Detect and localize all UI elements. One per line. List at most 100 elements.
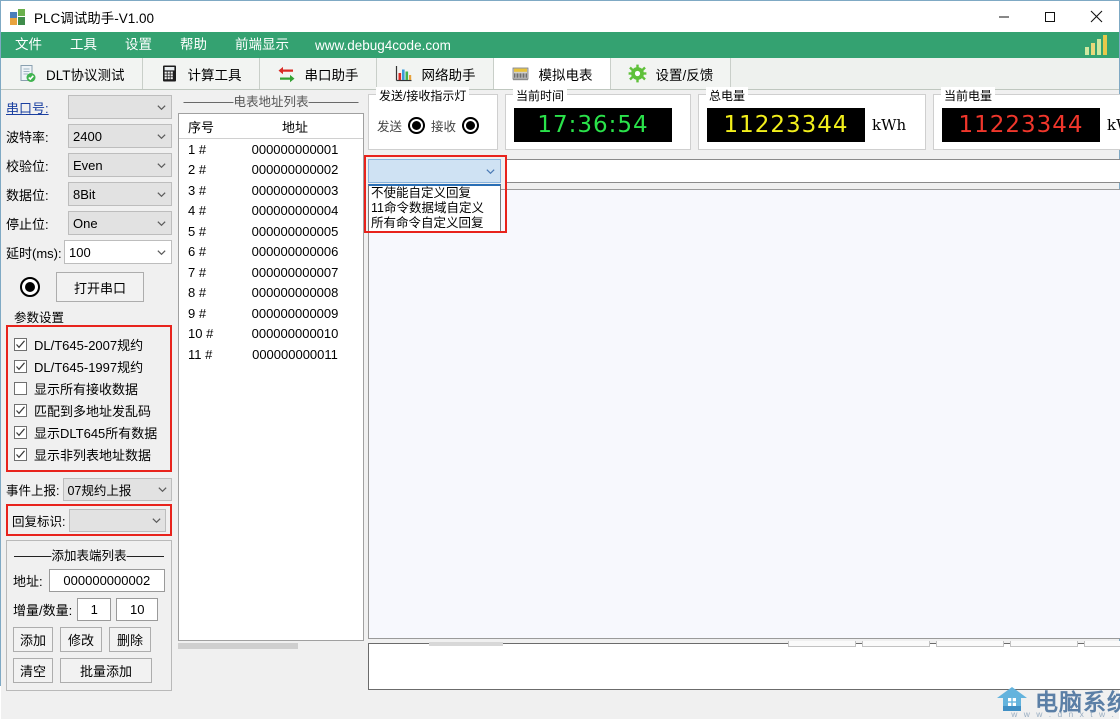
table-row[interactable]: 10 #000000000010 xyxy=(179,324,363,345)
field-reply-flag: 回复标识: xyxy=(12,508,166,532)
tab-simulated-meter[interactable]: 模拟电表 xyxy=(494,58,611,89)
custom-reply-select[interactable] xyxy=(368,159,501,183)
clear-button[interactable]: 清空 xyxy=(13,658,53,683)
field-data-bits: 数据位: 8Bit xyxy=(6,181,172,207)
checkbox-box xyxy=(14,404,27,417)
checkbox-show-all-received[interactable]: 显示所有接收数据 xyxy=(14,377,166,399)
batch-add-button[interactable]: 批量添加 xyxy=(60,658,152,683)
tab-serial-assistant[interactable]: 串口助手 xyxy=(260,58,377,89)
row-no: 2 # xyxy=(179,162,227,177)
table-row[interactable]: 9 #000000000009 xyxy=(179,303,363,324)
table-row[interactable]: 1 #000000000001 xyxy=(179,139,363,160)
chevron-down-icon xyxy=(156,160,167,171)
clipped-button[interactable] xyxy=(1084,641,1120,647)
chevron-down-icon xyxy=(151,515,162,526)
checkbox-box xyxy=(14,360,27,373)
parity-select[interactable]: Even xyxy=(68,153,172,177)
watermark-url: w w w . d n x t w . c o m xyxy=(1011,709,1120,719)
calculator-icon xyxy=(160,64,179,83)
address-label: 地址: xyxy=(13,571,43,590)
dropdown-option[interactable]: 11命令数据域自定义 xyxy=(369,201,500,216)
meter-address-list-panel: ————电表地址列表———— 序号 地址 1 #000000000001 2 #… xyxy=(178,94,364,719)
field-label: 波特率: xyxy=(6,127,68,146)
modify-button[interactable]: 修改 xyxy=(60,627,102,652)
menu-website-link[interactable]: www.debug4code.com xyxy=(303,38,463,53)
checkbox-box xyxy=(14,382,27,395)
column-header-address: 地址 xyxy=(227,117,363,136)
clipped-button[interactable] xyxy=(936,641,1004,647)
checkbox-show-all-dlt645[interactable]: 显示DLT645所有数据 xyxy=(14,421,166,443)
row-address: 000000000006 xyxy=(227,244,363,259)
toolbar-tabs: DLT协议测试 计算工具 xyxy=(1,58,1119,90)
row-address: 000000000010 xyxy=(227,326,363,341)
clipped-button[interactable] xyxy=(788,641,856,647)
menu-bar: 文件 工具 设置 帮助 前端显示 www.debug4code.com xyxy=(1,32,1119,58)
baud-rate-select[interactable]: 2400 xyxy=(68,124,172,148)
data-bits-select[interactable]: 8Bit xyxy=(68,182,172,206)
horizontal-scrollbar[interactable] xyxy=(178,643,298,649)
reply-flag-select[interactable] xyxy=(69,509,166,532)
dropdown-option[interactable]: 所有命令自定义回复 xyxy=(369,216,500,231)
document-check-icon xyxy=(18,64,37,83)
address-input[interactable]: 000000000002 xyxy=(49,569,165,592)
count-input[interactable]: 10 xyxy=(116,598,158,621)
table-row[interactable]: 11 #000000000011 xyxy=(179,344,363,365)
maximize-button[interactable] xyxy=(1027,1,1073,32)
tab-dlt-protocol-test[interactable]: DLT协议测试 xyxy=(1,58,143,89)
table-row[interactable]: 8 #000000000008 xyxy=(179,283,363,304)
menu-item-file[interactable]: 文件 xyxy=(1,32,56,58)
meter-list-box[interactable]: 序号 地址 1 #000000000001 2 #000000000002 3 … xyxy=(178,113,364,641)
select-value: 07规约上报 xyxy=(67,480,157,499)
field-event-report: 事件上报: 07规约上报 xyxy=(6,476,172,502)
tab-calc-tools[interactable]: 计算工具 xyxy=(143,58,260,89)
receive-indicator-lamp xyxy=(462,117,479,134)
send-label: 发送 xyxy=(377,116,402,135)
minimize-button[interactable] xyxy=(981,1,1027,32)
checkbox-multi-address-garbage[interactable]: 匹配到多地址发乱码 xyxy=(14,399,166,421)
event-report-select[interactable]: 07规约上报 xyxy=(63,478,172,501)
chevron-down-icon xyxy=(485,166,496,177)
custom-reply-input[interactable] xyxy=(506,159,1120,183)
tab-network-assistant[interactable]: 网络助手 xyxy=(377,58,494,89)
open-serial-port-button[interactable]: 打开串口 xyxy=(56,272,144,302)
clipped-button[interactable] xyxy=(1010,641,1078,647)
menu-item-help[interactable]: 帮助 xyxy=(166,32,221,58)
menu-item-settings[interactable]: 设置 xyxy=(111,32,166,58)
row-address: 000000000004 xyxy=(227,203,363,218)
table-row[interactable]: 3 #000000000003 xyxy=(179,180,363,201)
table-row[interactable]: 5 #000000000005 xyxy=(179,221,363,242)
log-output-panel[interactable] xyxy=(368,189,1120,639)
step-input[interactable]: 1 xyxy=(77,598,111,621)
stop-bits-select[interactable]: One xyxy=(68,211,172,235)
add-list-button-row-2: 清空 批量添加 xyxy=(13,658,165,683)
checkbox-show-non-list-address[interactable]: 显示非列表地址数据 xyxy=(14,443,166,465)
tab-settings-feedback[interactable]: 设置/反馈 xyxy=(611,58,732,89)
meter-simulation-panel: 发送/接收指示灯 发送 接收 当前时间 17:36:54 总电量 1122334… xyxy=(368,94,1120,719)
add-button[interactable]: 添加 xyxy=(13,627,53,652)
window-title: PLC调试助手-V1.00 xyxy=(34,7,154,27)
params-group-title: 参数设置 xyxy=(6,307,172,326)
table-row[interactable]: 4 #000000000004 xyxy=(179,201,363,222)
delay-select[interactable]: 100 xyxy=(64,240,172,264)
custom-reply-dropdown-list[interactable]: 不使能自定义回复 11命令数据域自定义 所有命令自定义回复 xyxy=(368,184,501,232)
close-button[interactable] xyxy=(1073,1,1119,32)
log-text-area[interactable] xyxy=(369,190,1120,638)
select-value: 8Bit xyxy=(73,187,156,202)
menu-item-tools[interactable]: 工具 xyxy=(56,32,111,58)
table-row[interactable]: 7 #000000000007 xyxy=(179,262,363,283)
menu-item-frontend[interactable]: 前端显示 xyxy=(221,32,303,58)
row-no: 4 # xyxy=(179,203,227,218)
delete-button[interactable]: 删除 xyxy=(109,627,151,652)
checkbox-dlt645-2007[interactable]: DL/T645-2007规约 xyxy=(14,333,166,355)
field-delay-ms: 延时(ms): 100 xyxy=(6,239,172,265)
row-address: 000000000008 xyxy=(227,285,363,300)
dropdown-option[interactable]: 不使能自定义回复 xyxy=(369,186,500,201)
table-row[interactable]: 2 #000000000002 xyxy=(179,160,363,181)
open-port-row: 打开串口 xyxy=(6,269,172,305)
params-checkbox-group: DL/T645-2007规约 DL/T645-1997规约 显示所有接收数据 xyxy=(6,325,172,472)
checkbox-dlt645-1997[interactable]: DL/T645-1997规约 xyxy=(14,355,166,377)
table-row[interactable]: 6 #000000000006 xyxy=(179,242,363,263)
serial-port-select[interactable] xyxy=(68,95,172,119)
group-legend: 发送/接收指示灯 xyxy=(376,87,469,104)
clipped-button[interactable] xyxy=(862,641,930,647)
